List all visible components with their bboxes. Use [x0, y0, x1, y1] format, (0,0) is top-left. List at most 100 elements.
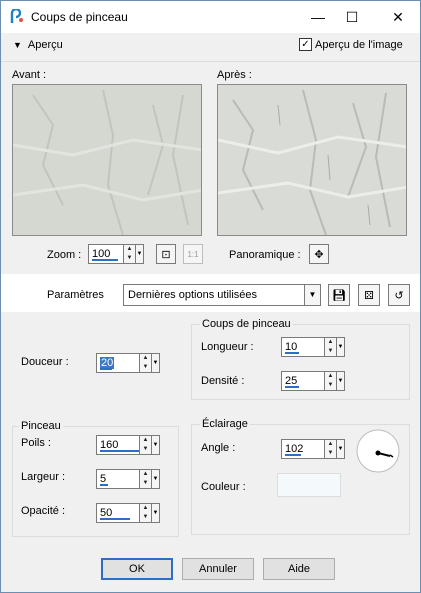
zoom-fit-icon: ⊡ — [161, 248, 171, 261]
pan-button[interactable]: ✥ — [309, 244, 329, 264]
angle-spin-arrows[interactable]: ▲ ▼ — [324, 440, 336, 458]
angle-stepper[interactable]: 102 ▲ ▼ ▼ — [281, 439, 345, 459]
couleur-swatch[interactable] — [277, 473, 341, 497]
zoom-spin-arrows[interactable]: ▲ ▼ — [123, 245, 135, 263]
spin-down-icon: ▼ — [327, 382, 334, 388]
spin-down-icon: ▼ — [327, 450, 334, 456]
spin-up-icon: ▲ — [126, 246, 133, 252]
apercu-image-label: Aperçu de l'image — [315, 38, 403, 51]
spin-up-icon: ▲ — [327, 339, 334, 345]
largeur-dropdown-arrow[interactable]: ▼ — [151, 469, 160, 489]
angle-label: Angle : — [201, 442, 236, 454]
maximize-icon: ☐ — [345, 8, 359, 25]
spin-down-icon: ▼ — [142, 446, 149, 452]
after-label: Après : — [217, 69, 252, 81]
ok-button[interactable]: OK — [101, 558, 173, 580]
app-logo-icon — [10, 9, 23, 23]
spin-up-icon: ▲ — [142, 437, 149, 443]
opacite-label: Opacité : — [21, 505, 66, 517]
longueur-dropdown-arrow[interactable]: ▼ — [336, 337, 345, 357]
pan-label: Panoramique : — [229, 249, 301, 261]
params-label: Paramètres — [47, 289, 104, 301]
opacite-underline — [100, 518, 130, 520]
densite-spin-arrows[interactable]: ▲ ▼ — [324, 372, 336, 390]
spin-up-icon: ▲ — [327, 373, 334, 379]
densite-dropdown-arrow[interactable]: ▼ — [336, 371, 345, 391]
apercu-image-checkbox[interactable]: ✓ Aperçu de l'image — [299, 38, 403, 51]
douceur-label: Douceur : — [21, 356, 69, 368]
apercu-toggle[interactable]: ▼ Aperçu — [13, 39, 63, 51]
chevron-down-icon[interactable]: ▼ — [304, 285, 320, 305]
densite-underline — [285, 386, 299, 388]
opacite-stepper[interactable]: 50 ▲ ▼ ▼ — [96, 503, 160, 523]
spin-up-icon: ▲ — [142, 471, 149, 477]
spin-down-icon: ▼ — [142, 480, 149, 486]
random-preset-button[interactable]: ⚄ — [358, 284, 380, 306]
couleur-label: Couleur : — [201, 481, 246, 493]
poils-spin-arrows[interactable]: ▲ ▼ — [139, 436, 151, 454]
angle-dial[interactable] — [355, 428, 401, 474]
spin-up-icon: ▲ — [327, 441, 334, 447]
before-preview-image[interactable] — [12, 84, 202, 236]
reset-icon: ↺ — [394, 289, 404, 302]
largeur-spin-arrows[interactable]: ▲ ▼ — [139, 470, 151, 488]
angle-underline — [285, 454, 301, 456]
poils-dropdown-arrow[interactable]: ▼ — [151, 435, 160, 455]
close-button[interactable]: ✕ — [381, 5, 415, 29]
poils-underline — [100, 450, 140, 452]
zoom-underline — [92, 259, 118, 261]
reset-preset-button[interactable]: ↺ — [388, 284, 410, 306]
help-button[interactable]: Aide — [263, 558, 335, 580]
longueur-underline — [285, 352, 299, 354]
preset-select[interactable]: Dernières options utilisées ▼ — [123, 284, 321, 306]
couleur-swatch-fill — [278, 474, 340, 496]
densite-label: Densité : — [201, 375, 245, 387]
angle-dropdown-arrow[interactable]: ▼ — [336, 439, 345, 459]
longueur-spin-arrows[interactable]: ▲ ▼ — [324, 338, 336, 356]
coups-title: Coups de pinceau — [200, 318, 293, 330]
checkbox-checked-icon: ✓ — [299, 38, 312, 51]
triangle-down-icon: ▼ — [13, 40, 22, 50]
preview-header: ▼ Aperçu ✓ Aperçu de l'image — [1, 33, 420, 61]
zoom-1to1-icon: 1:1 — [187, 249, 199, 259]
spin-down-icon: ▼ — [327, 348, 334, 354]
douceur-spin-arrows[interactable]: ▲ ▼ — [139, 354, 151, 372]
zoom-fit-button[interactable]: ⊡ — [156, 244, 176, 264]
before-label: Avant : — [12, 69, 47, 81]
ok-label: OK — [129, 563, 145, 575]
divider — [1, 61, 420, 62]
longueur-label: Longueur : — [201, 341, 254, 353]
maximize-button[interactable]: ☐ — [335, 5, 369, 29]
largeur-stepper[interactable]: 5 ▲ ▼ ▼ — [96, 469, 160, 489]
zoom-dropdown-arrow[interactable]: ▼ — [135, 244, 144, 264]
spin-down-icon: ▼ — [126, 255, 133, 261]
cancel-button[interactable]: Annuler — [182, 558, 254, 580]
apercu-toggle-label: Aperçu — [27, 39, 63, 51]
after-preview-image[interactable] — [217, 84, 407, 236]
cancel-label: Annuler — [199, 563, 237, 575]
douceur-dropdown-arrow[interactable]: ▼ — [151, 353, 160, 373]
zoom-actual-size-button[interactable]: 1:1 — [183, 244, 203, 264]
minimize-button[interactable]: — — [301, 5, 335, 29]
densite-stepper[interactable]: 25 ▲ ▼ ▼ — [281, 371, 345, 391]
presets-band: Paramètres Dernières options utilisées ▼… — [1, 274, 420, 312]
douceur-underline — [100, 368, 112, 370]
poils-label: Poils : — [21, 437, 51, 449]
spin-up-icon: ▲ — [142, 505, 149, 511]
zoom-stepper[interactable]: 100 ▲ ▼ ▼ — [88, 244, 144, 264]
eclairage-title: Éclairage — [200, 418, 250, 430]
title-bar: Coups de pinceau — ☐ ✕ — [1, 1, 420, 33]
opacite-spin-arrows[interactable]: ▲ ▼ — [139, 504, 151, 522]
save-preset-button[interactable]: 💾︎ — [328, 284, 350, 306]
minimize-icon: — — [311, 9, 325, 25]
move-cross-icon: ✥ — [314, 248, 324, 261]
douceur-stepper[interactable]: 20 ▲ ▼ ▼ — [96, 353, 160, 373]
dice-icon: ⚄ — [364, 289, 374, 302]
longueur-stepper[interactable]: 10 ▲ ▼ ▼ — [281, 337, 345, 357]
spin-up-icon: ▲ — [142, 355, 149, 361]
poils-stepper[interactable]: 160 ▲ ▼ ▼ — [96, 435, 160, 455]
largeur-label: Largeur : — [21, 471, 66, 483]
opacite-dropdown-arrow[interactable]: ▼ — [151, 503, 160, 523]
save-icon: 💾︎ — [332, 289, 346, 302]
help-label: Aide — [287, 563, 311, 575]
